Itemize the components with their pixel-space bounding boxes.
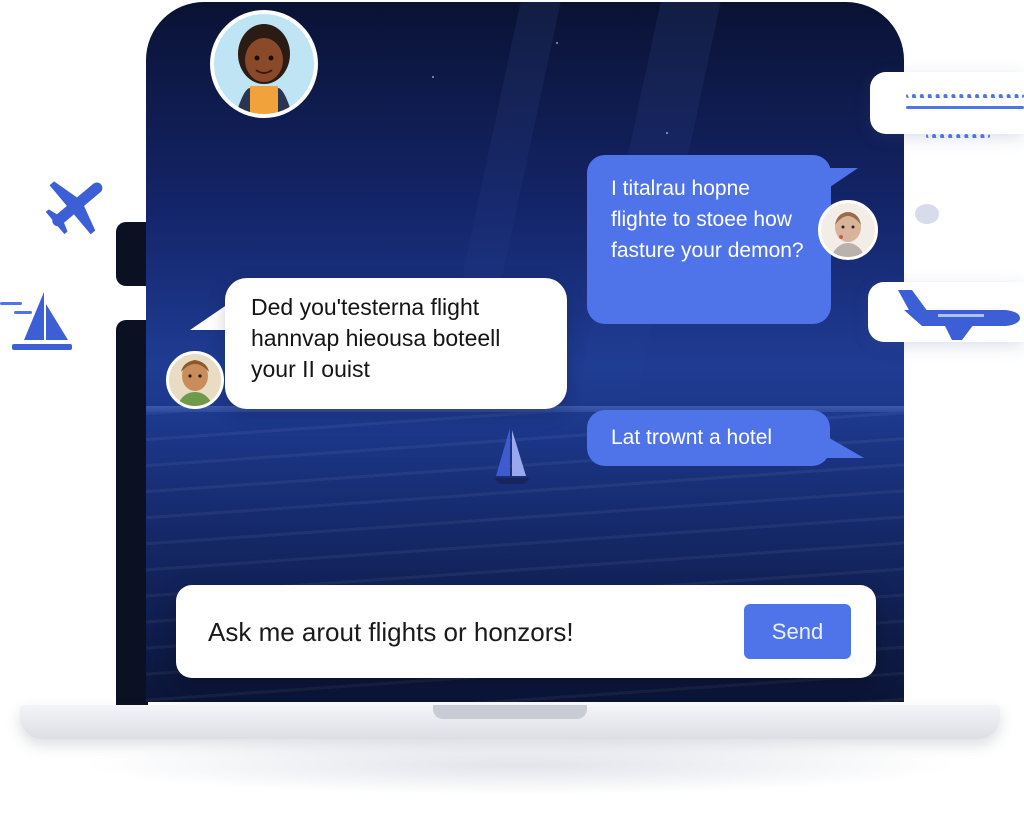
laptop-shadow bbox=[80, 735, 960, 795]
user-avatar bbox=[818, 200, 878, 260]
chat-composer: Send bbox=[176, 585, 876, 678]
agent-avatar bbox=[166, 351, 224, 409]
sailboat-icon bbox=[12, 292, 72, 350]
user-message-bubble: Lat trownt a hotel bbox=[587, 410, 830, 466]
device-side-tab bbox=[116, 222, 148, 286]
laptop-base-notch bbox=[433, 705, 587, 719]
agent-message-bubble: Ded you'testerna flight hannvap hieousa … bbox=[225, 278, 567, 409]
agent-avatar-top bbox=[210, 10, 318, 118]
floating-card bbox=[870, 72, 1024, 134]
user-message-bubble: I titalrau hopne flighte to stoee how fa… bbox=[587, 155, 831, 324]
star bbox=[556, 42, 558, 44]
motion-dash bbox=[906, 94, 1024, 98]
cloud-icon bbox=[915, 204, 939, 224]
chat-input[interactable] bbox=[206, 609, 730, 655]
motion-dash bbox=[906, 106, 1024, 109]
star bbox=[666, 132, 668, 134]
star bbox=[432, 76, 434, 78]
send-button[interactable]: Send bbox=[744, 604, 851, 659]
airplane-icon bbox=[898, 290, 1020, 340]
airplane-icon bbox=[45, 181, 103, 235]
motion-dash bbox=[926, 134, 990, 138]
sailboat-icon bbox=[494, 428, 530, 484]
device-side-panel bbox=[116, 320, 148, 705]
